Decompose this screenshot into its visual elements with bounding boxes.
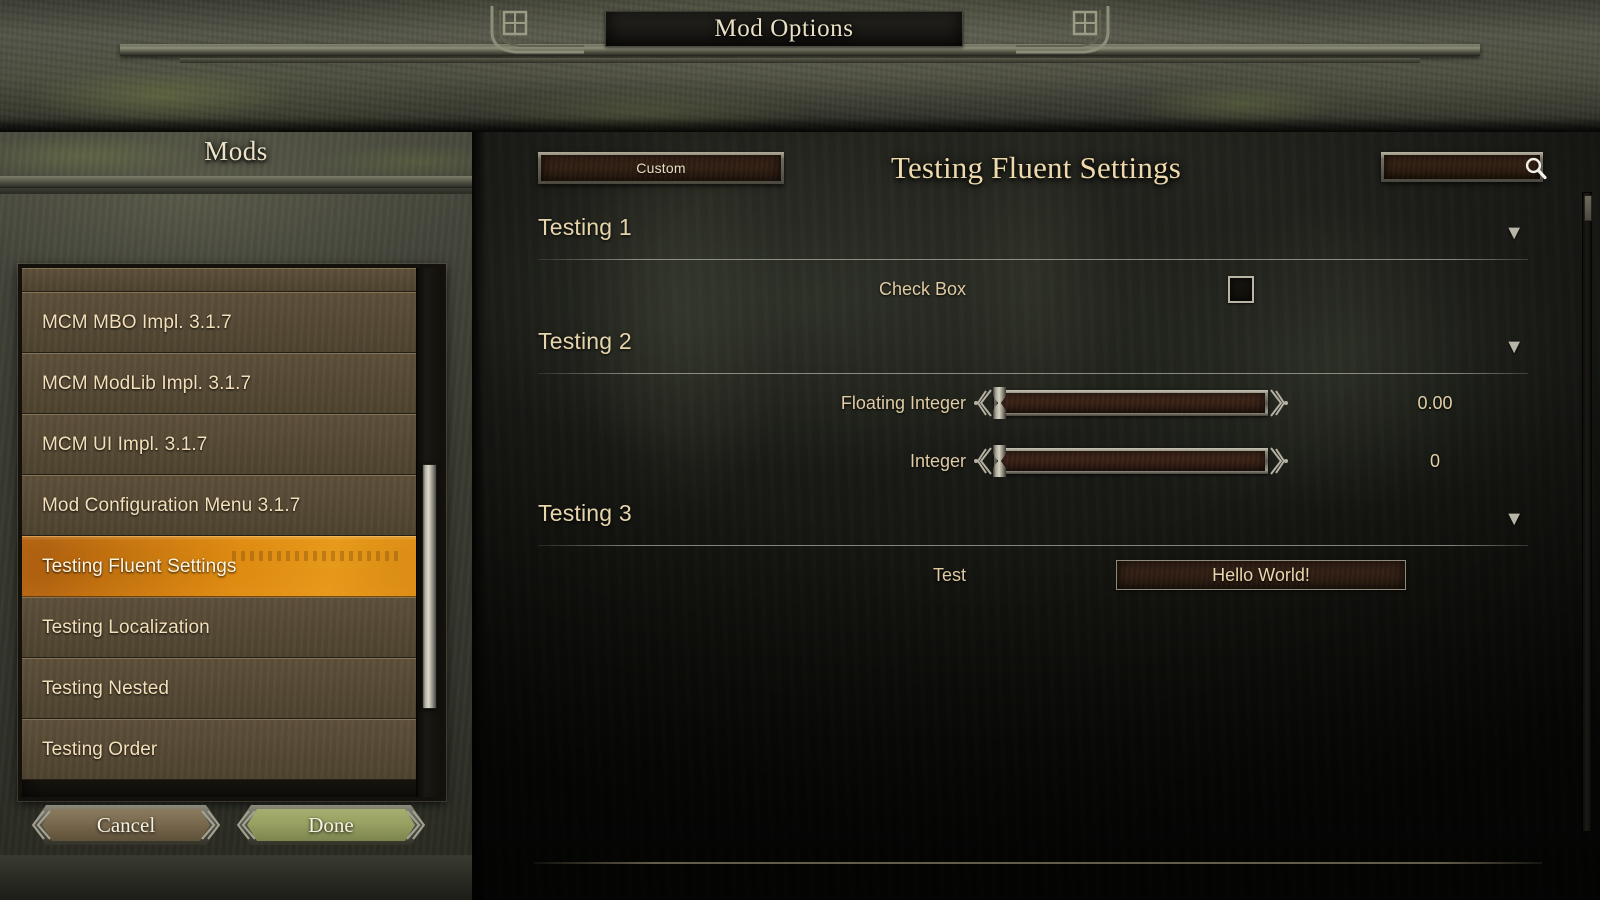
sidebar-button-row: Cancel Done — [0, 805, 472, 851]
slider-track[interactable] — [994, 448, 1268, 474]
settings-group-header[interactable]: Testing 3 ▼ — [528, 490, 1528, 546]
checkbox-control[interactable] — [1228, 275, 1254, 303]
setting-label: Integer — [909, 450, 966, 471]
settings-group-header[interactable]: Testing 2 ▼ — [528, 318, 1528, 374]
cancel-bracket-right-icon — [200, 809, 222, 841]
sidebar-ledge — [0, 176, 472, 188]
done-button-label: Done — [308, 812, 354, 837]
slider[interactable] — [974, 386, 1288, 420]
mod-list-item[interactable]: MCM MBO Impl. 3.1.7 — [22, 292, 416, 353]
settings-bottom-divider — [534, 862, 1542, 864]
search-icon[interactable] — [1523, 155, 1549, 181]
mods-list-scrollbar[interactable] — [416, 268, 442, 797]
mod-list-item-label: MCM ModLib Impl. 3.1.7 — [42, 372, 252, 394]
mod-list-item[interactable]: Mod Configuration Menu 3.1.7 — [22, 475, 416, 536]
slider-control[interactable] — [974, 444, 1288, 478]
text-field[interactable]: Hello World! — [1116, 560, 1406, 590]
done-bracket-left-icon — [235, 809, 257, 841]
settings-groups: Testing 1 ▼ Check Box Testing 2 ▼ Floating In… — [528, 204, 1528, 834]
cancel-button-label: Cancel — [96, 812, 156, 837]
cancel-button[interactable]: Cancel — [32, 805, 220, 845]
setting-label: Test — [932, 564, 966, 585]
slider-control[interactable] — [974, 386, 1288, 420]
done-bracket-right-icon — [405, 809, 427, 841]
settings-panel: Custom Testing Fluent Settings Testing 1… — [472, 132, 1600, 900]
mods-list-scrollbar-thumb[interactable] — [422, 464, 437, 709]
search-input[interactable] — [1384, 155, 1540, 179]
slider-track-fill — [997, 393, 1265, 413]
mod-list-item[interactable] — [22, 268, 416, 292]
sidebar-plinth — [0, 855, 472, 900]
mod-list-item[interactable]: Testing Order — [22, 719, 416, 780]
window-title-plate: Mod Options — [605, 11, 963, 47]
mod-list-item-label: Testing Fluent Settings — [42, 555, 237, 577]
sidebar-heading: Mods — [204, 136, 268, 166]
settings-group-header[interactable]: Testing 1 ▼ — [528, 204, 1528, 260]
setting-label: Floating Integer — [840, 392, 966, 413]
mod-options-screen: Mod Options Mods MCM MBO Impl. 3.1.7 MCM … — [0, 0, 1600, 900]
cancel-bracket-left-icon — [30, 809, 52, 841]
slider-track[interactable] — [994, 390, 1268, 416]
slider-cap-right-icon — [1270, 389, 1288, 417]
ornament-right-icon — [1016, 6, 1110, 54]
settings-group-name: Testing 1 — [538, 214, 632, 240]
chevron-down-icon[interactable]: ▼ — [1504, 508, 1524, 531]
done-button[interactable]: Done — [237, 805, 425, 845]
mod-list-item[interactable]: Testing Nested — [22, 658, 416, 719]
window-title: Mod Options — [714, 15, 854, 42]
banner-rail-secondary — [180, 58, 1420, 63]
slider-value: 0.00 — [1417, 392, 1453, 413]
settings-group-name: Testing 2 — [538, 328, 632, 354]
slider-cap-left-icon — [974, 447, 992, 475]
settings-group-name: Testing 3 — [538, 500, 632, 526]
settings-scrollbar-thumb[interactable] — [1584, 195, 1592, 221]
setting-row: Integer 0 — [528, 432, 1528, 490]
mod-list-item-selected[interactable]: Testing Fluent Settings — [22, 536, 416, 597]
mod-list-item-label: Testing Order — [42, 738, 158, 760]
mod-list-item-label: Testing Localization — [42, 616, 210, 638]
slider-value: 0 — [1429, 450, 1440, 471]
settings-scrollbar[interactable] — [1582, 192, 1592, 832]
setting-label: Check Box — [878, 278, 966, 299]
mod-list-item-label: Testing Nested — [42, 677, 170, 699]
text-field-control[interactable]: Hello World! — [1116, 560, 1406, 590]
mod-list-item-label: MCM MBO Impl. 3.1.7 — [42, 311, 232, 333]
slider-cap-right-icon — [1270, 447, 1288, 475]
settings-panel-edge-shadow — [472, 132, 486, 900]
title-banner: Mod Options — [0, 0, 1600, 132]
chevron-down-icon[interactable]: ▼ — [1504, 336, 1524, 359]
slider-cap-left-icon — [974, 389, 992, 417]
mods-list-frame: MCM MBO Impl. 3.1.7 MCM ModLib Impl. 3.1.… — [18, 264, 446, 801]
setting-row: Floating Integer 0.00 — [528, 374, 1528, 432]
mods-list[interactable]: MCM MBO Impl. 3.1.7 MCM ModLib Impl. 3.1.… — [22, 268, 416, 797]
slider[interactable] — [974, 444, 1288, 478]
sidebar-ledge-shadow — [0, 188, 472, 194]
slider-track-fill — [997, 451, 1265, 471]
setting-row: Check Box — [528, 260, 1528, 318]
chevron-down-icon[interactable]: ▼ — [1504, 222, 1524, 245]
mod-list-item[interactable]: MCM ModLib Impl. 3.1.7 — [22, 353, 416, 414]
setting-row: Test Hello World! — [528, 546, 1528, 604]
ornament-left-icon — [490, 6, 584, 54]
mod-list-item[interactable]: Testing Localization — [22, 597, 416, 658]
mod-list-item-label: Mod Configuration Menu 3.1.7 — [42, 494, 301, 516]
search-box[interactable] — [1381, 152, 1547, 182]
mod-list-item-label: MCM UI Impl. 3.1.7 — [42, 433, 208, 455]
mod-list-item[interactable]: MCM UI Impl. 3.1.7 — [22, 414, 416, 475]
check-box[interactable] — [1228, 275, 1254, 303]
